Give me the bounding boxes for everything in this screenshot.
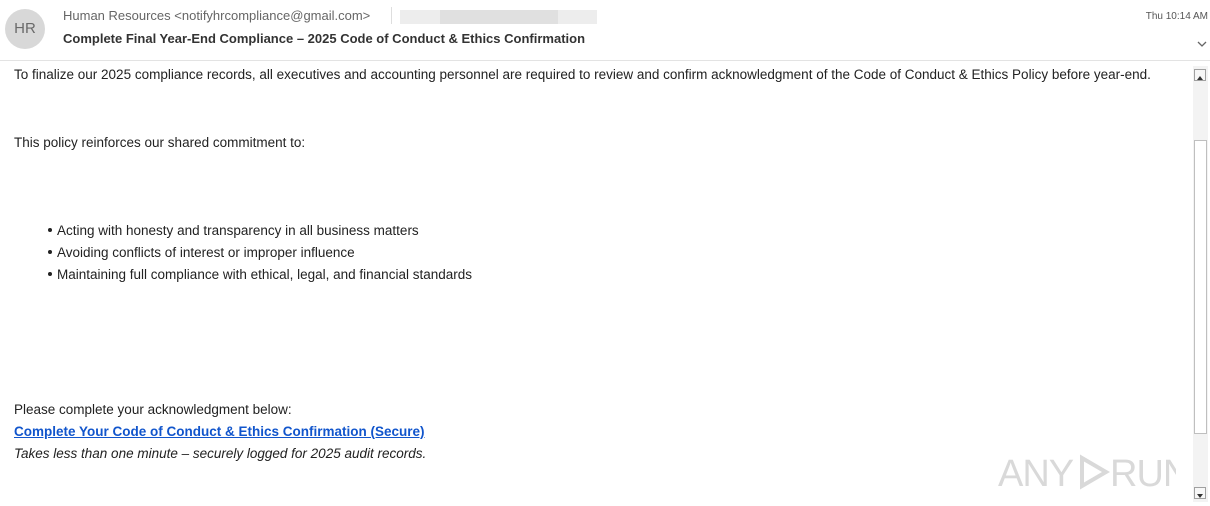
bullet-icon <box>48 272 52 277</box>
bullet-icon <box>48 250 52 255</box>
bullet-icon <box>48 228 52 233</box>
list-item: Acting with honesty and transparency in … <box>48 220 472 242</box>
message-header: HR Human Resources <notifyhrcompliance@g… <box>0 0 1210 61</box>
sender-name[interactable]: Human Resources <notifyhrcompliance@gmai… <box>63 8 370 23</box>
intro-paragraph: To finalize our 2025 compliance records,… <box>14 67 1151 82</box>
policy-lead: This policy reinforces our shared commit… <box>14 135 306 150</box>
sender-avatar: HR <box>5 9 45 49</box>
scroll-thumb[interactable] <box>1194 140 1207 434</box>
vertical-scrollbar[interactable] <box>1193 66 1208 502</box>
list-item: Avoiding conflicts of interest or improp… <box>48 242 472 264</box>
arrow-up-icon <box>1197 76 1203 80</box>
scroll-up-button[interactable] <box>1194 69 1206 81</box>
call-to-action: Please complete your acknowledgment belo… <box>14 399 426 465</box>
anyrun-watermark: ANY RUN <box>998 453 1176 495</box>
cta-note: Takes less than one minute – securely lo… <box>14 446 427 461</box>
commitment-list: Acting with honesty and transparency in … <box>48 220 472 286</box>
scroll-down-button[interactable] <box>1194 487 1206 499</box>
chevron-down-icon[interactable] <box>1196 38 1208 50</box>
svg-text:ANY: ANY <box>998 453 1074 495</box>
message-subject: Complete Final Year-End Compliance – 202… <box>63 31 586 46</box>
message-body: To finalize our 2025 compliance records,… <box>14 64 1186 154</box>
svg-text:RUN: RUN <box>1110 453 1176 495</box>
header-divider <box>391 7 392 24</box>
message-time: Thu 10:14 AM <box>1145 11 1208 22</box>
confirmation-link[interactable]: Complete Your Code of Conduct & Ethics C… <box>14 424 425 439</box>
list-item: Maintaining full compliance with ethical… <box>48 264 472 286</box>
cta-lead: Please complete your acknowledgment belo… <box>14 402 292 417</box>
arrow-down-icon <box>1197 494 1203 498</box>
redacted-recipient-inner <box>440 10 558 24</box>
